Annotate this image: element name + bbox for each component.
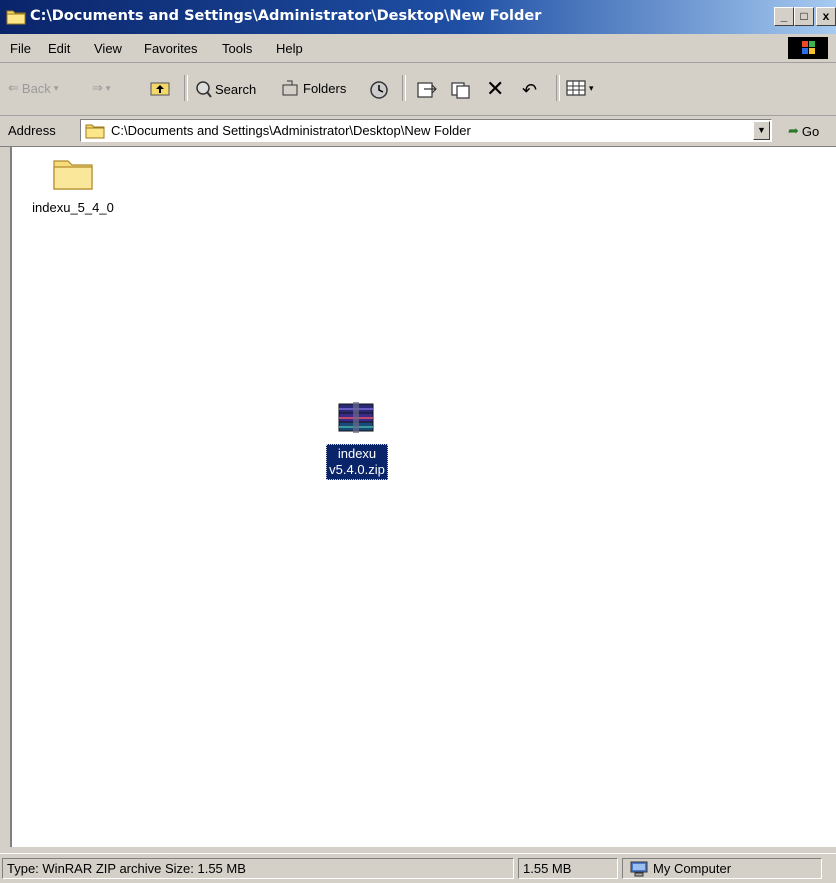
undo-button[interactable]: ↶	[522, 80, 537, 101]
chevron-down-icon: ▾	[105, 82, 111, 93]
menu-edit[interactable]: Edit	[48, 41, 70, 56]
zip-file-item[interactable]: indexu v5.4.0.zip	[312, 400, 402, 480]
folders-button[interactable]: Folders	[282, 80, 346, 96]
folder-item[interactable]: indexu_5_4_0	[18, 157, 128, 215]
zip-file-label-line2: v5.4.0.zip	[329, 462, 385, 477]
menu-bar: File Edit View Favorites Tools Help	[0, 34, 836, 63]
status-info: Type: WinRAR ZIP archive Size: 1.55 MB	[2, 858, 514, 879]
folder-icon	[53, 160, 93, 190]
my-computer-icon	[630, 861, 648, 877]
history-icon	[370, 81, 388, 99]
toolbar-separator	[402, 75, 406, 101]
go-button[interactable]: ➦ Go	[788, 123, 819, 139]
standard-toolbar: ⇐ Back ▾ ⇒ ▾ Search Folders ✕ ↶ ▾	[0, 63, 836, 116]
close-button[interactable]: x	[816, 7, 836, 26]
maximize-button[interactable]: □	[794, 7, 814, 26]
zip-file-label: indexu v5.4.0.zip	[326, 444, 388, 480]
go-arrow-icon: ➦	[788, 123, 799, 138]
menu-help[interactable]: Help	[276, 41, 303, 56]
address-label: Address	[8, 123, 56, 138]
chevron-down-icon: ▾	[53, 82, 59, 93]
explorer-window: C:\Documents and Settings\Administrator\…	[0, 0, 836, 883]
toolbar-separator	[184, 75, 188, 101]
address-input[interactable]: C:\Documents and Settings\Administrator\…	[80, 119, 772, 142]
folder-icon	[6, 10, 26, 25]
toolbar-separator	[556, 75, 560, 101]
up-folder-icon	[150, 82, 170, 96]
delete-button[interactable]: ✕	[486, 76, 505, 101]
views-button[interactable]: ▾	[566, 80, 594, 96]
forward-button[interactable]: ⇒ ▾	[92, 80, 110, 96]
menu-tools[interactable]: Tools	[222, 41, 252, 56]
go-label: Go	[801, 123, 820, 139]
views-icon	[566, 80, 586, 96]
status-zone-label: My Computer	[653, 861, 732, 876]
folders-icon	[282, 80, 298, 96]
zip-file-label-line1: indexu	[337, 446, 377, 461]
search-icon	[196, 81, 212, 98]
status-zone: My Computer	[622, 858, 822, 879]
move-to-button[interactable]	[416, 80, 438, 100]
window-title: C:\Documents and Settings\Administrator\…	[30, 8, 542, 24]
winrar-archive-icon	[338, 402, 374, 433]
back-arrow-icon: ⇐	[8, 80, 19, 95]
delete-icon: ✕	[486, 76, 505, 101]
folder-icon	[85, 124, 105, 139]
windows-logo-icon	[788, 37, 828, 59]
status-size: 1.55 MB	[518, 858, 618, 879]
chevron-down-icon: ▾	[589, 82, 594, 93]
back-button[interactable]: ⇐ Back ▾	[8, 80, 58, 96]
menu-view[interactable]: View	[94, 41, 122, 56]
back-label: Back	[21, 80, 51, 96]
search-label: Search	[215, 81, 257, 97]
undo-icon: ↶	[522, 80, 538, 100]
move-to-icon	[417, 82, 437, 98]
address-bar: Address C:\Documents and Settings\Admini…	[0, 116, 836, 147]
forward-arrow-icon: ⇒	[92, 80, 103, 95]
title-bar[interactable]: C:\Documents and Settings\Administrator\…	[0, 0, 836, 34]
up-folder-button[interactable]	[150, 80, 170, 96]
address-dropdown-button[interactable]: ▼	[753, 121, 770, 140]
status-bar: Type: WinRAR ZIP archive Size: 1.55 MB 1…	[0, 853, 836, 883]
copy-to-icon	[451, 82, 470, 99]
folder-content[interactable]: indexu_5_4_0 indexu v5.4.0.zip	[10, 147, 836, 847]
menu-file[interactable]: File	[10, 41, 31, 56]
search-button[interactable]: Search	[194, 80, 256, 98]
minimize-button[interactable]: _	[774, 7, 794, 26]
menu-favorites[interactable]: Favorites	[144, 41, 197, 56]
address-value: C:\Documents and Settings\Administrator\…	[111, 123, 471, 138]
history-button[interactable]	[368, 80, 390, 100]
copy-to-button[interactable]	[450, 80, 472, 100]
folder-label: indexu_5_4_0	[32, 200, 114, 215]
folders-label: Folders	[303, 80, 347, 96]
